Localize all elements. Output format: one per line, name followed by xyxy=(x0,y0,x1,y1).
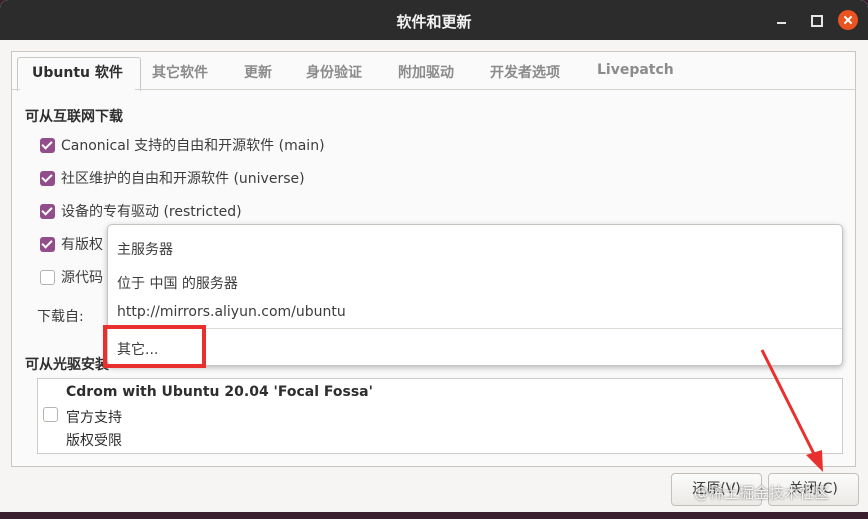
checkbox-restricted[interactable]: 设备的专有驱动 (restricted) xyxy=(40,201,242,221)
checkbox-universe[interactable]: 社区维护的自由和开源软件 (universe) xyxy=(40,168,305,188)
checkbox-checked-icon[interactable] xyxy=(40,203,55,219)
watermark: @稀土掘金技术社区 xyxy=(694,484,830,502)
checkbox-label: 设备的专有驱动 (restricted) xyxy=(61,204,242,220)
tab-updates[interactable]: 更新 xyxy=(244,62,272,82)
tab-bar: Ubuntu 软件 其它软件 更新 身份验证 附加驱动 开发者选项 Livepa… xyxy=(12,52,855,90)
menu-item-main-server[interactable]: 主服务器 xyxy=(117,239,173,259)
checkbox-label: Canonical 支持的自由和开源软件 (main) xyxy=(61,138,325,154)
checkbox-label: 有版权 xyxy=(61,237,103,253)
checkbox-main[interactable]: Canonical 支持的自由和开源软件 (main) xyxy=(40,135,325,155)
tab-ubuntu-software[interactable]: Ubuntu 软件 xyxy=(20,62,135,90)
checkbox-checked-icon[interactable] xyxy=(40,137,55,153)
cdrom-support-text: 官方支持 xyxy=(66,410,122,426)
title-bar[interactable]: 软件和更新 xyxy=(0,0,868,40)
close-icon[interactable] xyxy=(838,10,858,30)
tab-other-software[interactable]: 其它软件 xyxy=(152,62,208,82)
tab-developer-options[interactable]: 开发者选项 xyxy=(490,62,560,82)
download-server-dropdown-menu: 主服务器 位于 中国 的服务器 http://mirrors.aliyun.co… xyxy=(107,224,843,366)
checkbox-unchecked-icon[interactable] xyxy=(40,269,55,285)
checkbox-label: 社区维护的自由和开源软件 (universe) xyxy=(61,171,305,187)
cdrom-list: Cdrom with Ubuntu 20.04 'Focal Fossa' 官方… xyxy=(37,378,843,454)
checkbox-checked-icon[interactable] xyxy=(40,236,55,252)
internet-section-title: 可从互联网下载 xyxy=(25,109,123,125)
menu-separator xyxy=(108,328,842,329)
checkbox-label: 源代码 xyxy=(61,270,103,286)
tab-livepatch[interactable]: Livepatch xyxy=(597,62,674,78)
checkbox-source-code[interactable]: 源代码 xyxy=(40,267,103,287)
minimize-icon[interactable] xyxy=(772,10,792,30)
window-title: 软件和更新 xyxy=(396,13,472,31)
checkbox-checked-icon[interactable] xyxy=(40,170,55,186)
annotation-highlight-box xyxy=(103,325,206,368)
tab-authentication[interactable]: 身份验证 xyxy=(306,62,362,82)
desktop-background-strip xyxy=(0,512,868,519)
menu-item-aliyun-mirror[interactable]: http://mirrors.aliyun.com/ubuntu xyxy=(117,304,346,320)
cdrom-checkbox-icon[interactable] xyxy=(43,407,58,422)
checkbox-multiverse[interactable]: 有版权 xyxy=(40,234,103,254)
maximize-icon[interactable] xyxy=(806,10,826,30)
download-from-label: 下载自: xyxy=(37,309,84,325)
cdrom-license-text: 版权受限 xyxy=(66,433,122,449)
tab-additional-drivers[interactable]: 附加驱动 xyxy=(398,62,454,82)
cdrom-section-title: 可从光驱安装 xyxy=(25,357,109,373)
menu-item-china-server[interactable]: 位于 中国 的服务器 xyxy=(117,273,238,293)
cdrom-name: Cdrom with Ubuntu 20.04 'Focal Fossa' xyxy=(66,384,373,400)
